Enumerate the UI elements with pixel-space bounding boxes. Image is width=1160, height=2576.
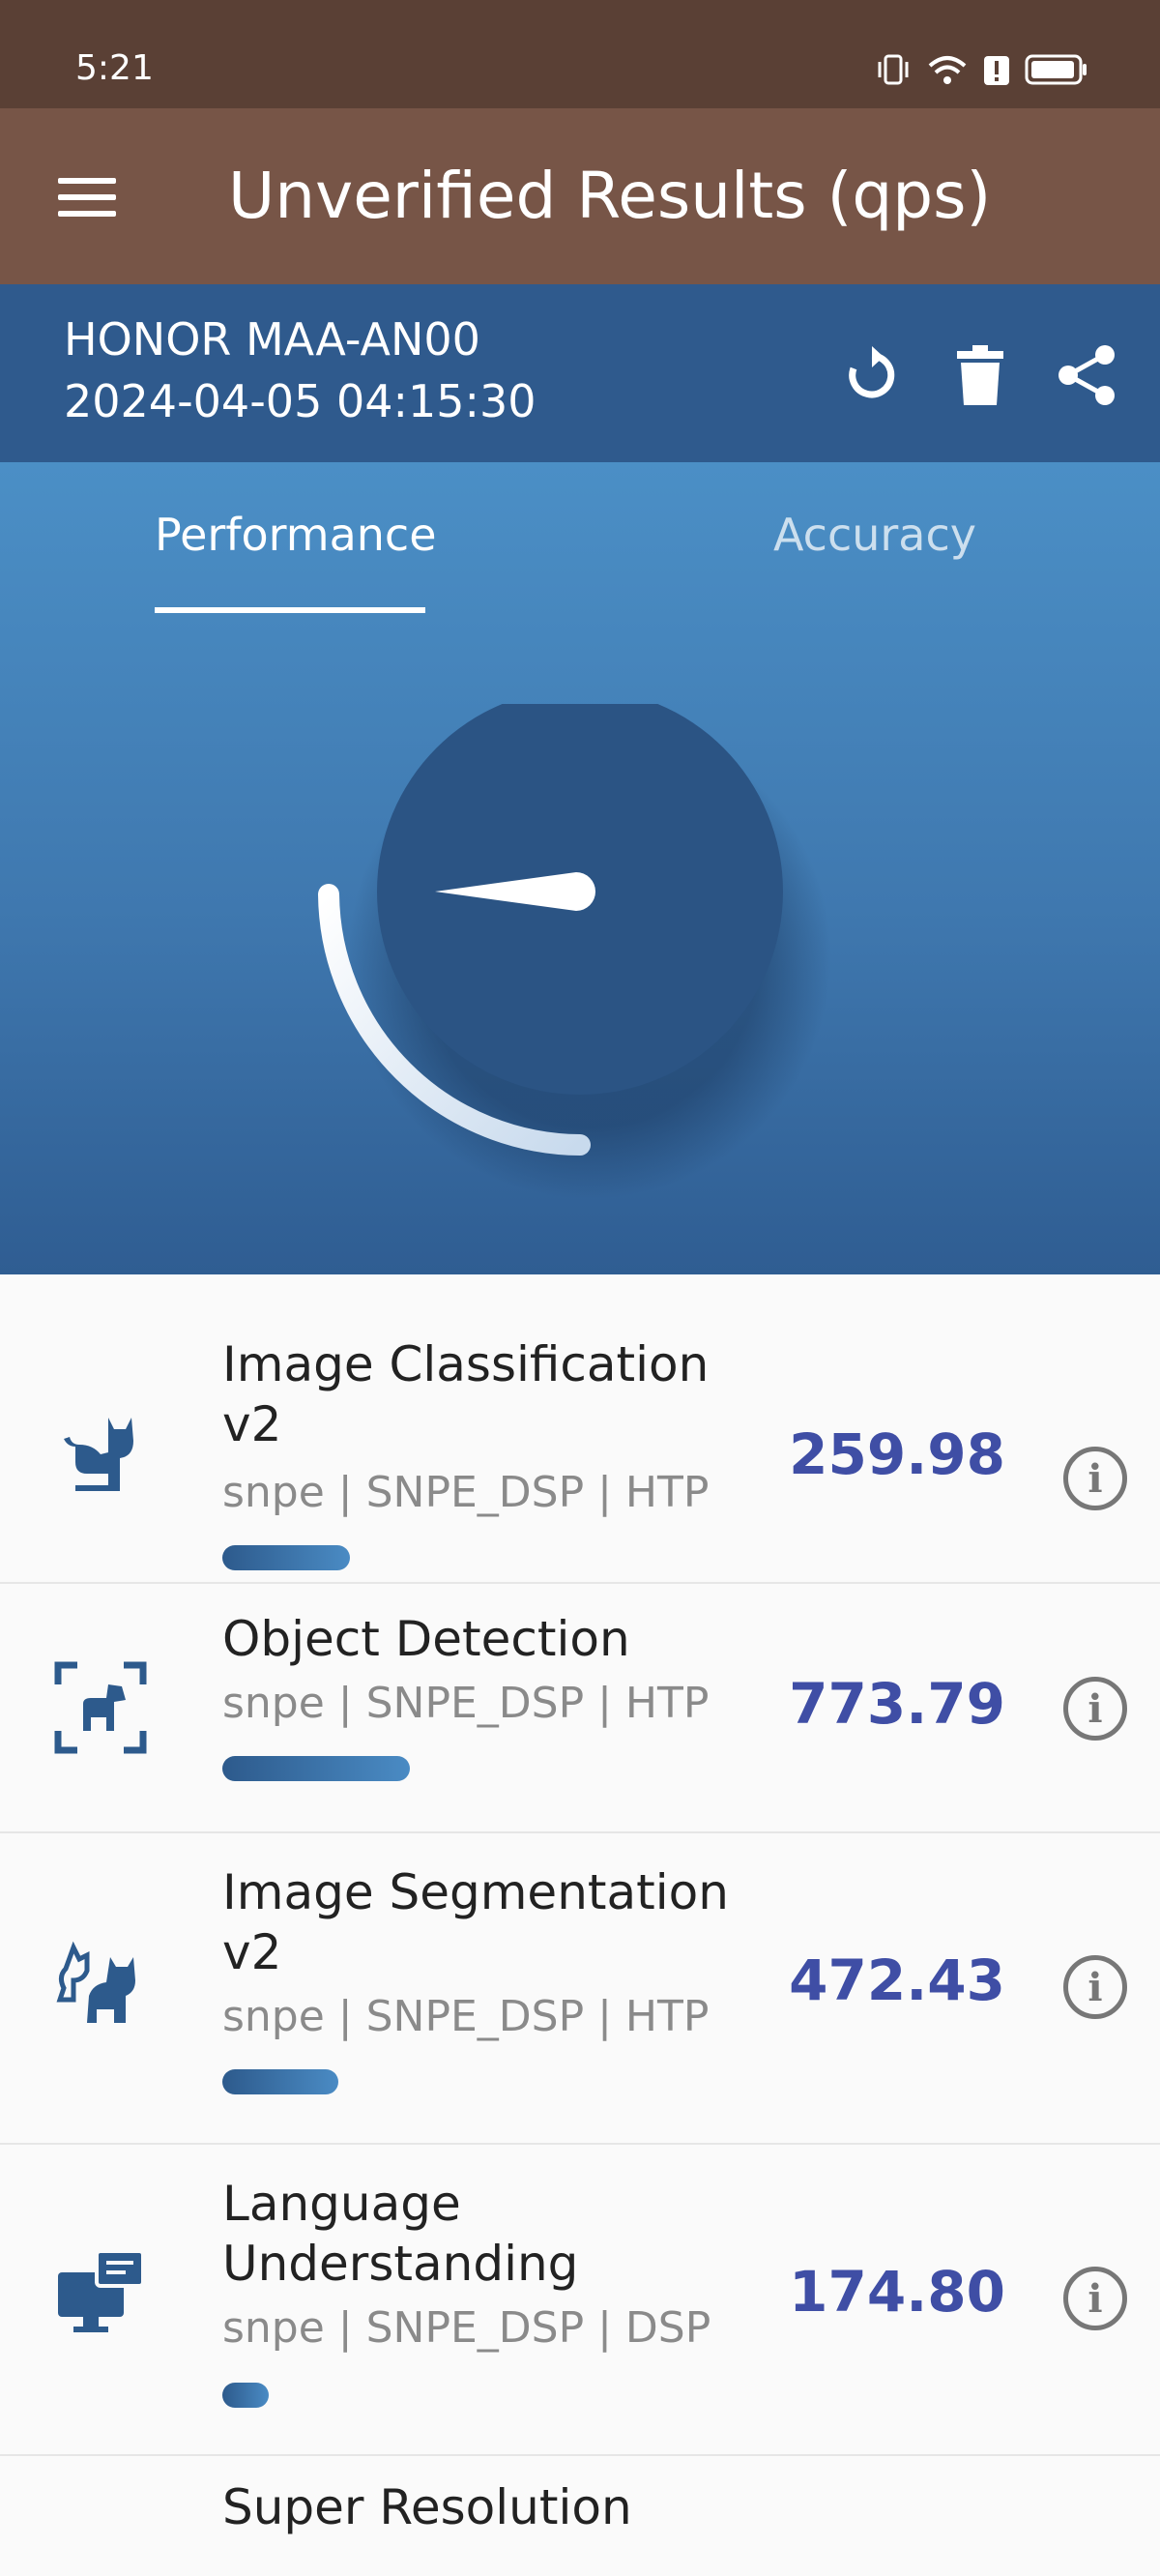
dog-detect-icon [54, 1661, 147, 1754]
info-button[interactable]: i [1063, 1677, 1127, 1741]
list-item[interactable]: Super Resolution [0, 2456, 1160, 2572]
status-icons [874, 50, 1088, 89]
benchmark-title: Super Resolution [222, 2479, 632, 2535]
device-info-bar: HONOR MAA-AN00 2024-04-05 04:15:30 [0, 284, 1160, 462]
list-item[interactable]: Image Segmentation v2 snpe | SNPE_DSP | … [0, 1833, 1160, 2145]
benchmark-score: 472.43 [789, 1947, 1005, 2013]
score-bar [222, 2383, 269, 2408]
device-name: HONOR MAA-AN00 [64, 313, 480, 366]
status-bar: 5:21 [0, 0, 1160, 108]
info-button[interactable]: i [1063, 1447, 1127, 1510]
info-icon: i [1088, 1685, 1103, 1732]
tab-performance[interactable]: Performance [155, 509, 437, 561]
refresh-icon [849, 346, 895, 398]
list-item[interactable]: Object Detection snpe | SNPE_DSP | HTP 7… [0, 1584, 1160, 1833]
share-button[interactable] [1050, 338, 1123, 412]
delete-button[interactable] [943, 338, 1017, 412]
benchmark-title: Image Segmentation v2 [222, 1864, 729, 1980]
share-icon [1058, 345, 1115, 405]
benchmark-title: Object Detection [222, 1611, 630, 1667]
app-bar: Unverified Results (qps) [0, 108, 1160, 284]
wifi-icon [928, 56, 967, 84]
list-item[interactable]: Image Classification v2 snpe | SNPE_DSP … [0, 1274, 1160, 1584]
info-icon: i [1088, 1455, 1103, 1502]
info-icon: i [1088, 1964, 1103, 2010]
benchmark-score: 773.79 [789, 1671, 1005, 1737]
hamburger-icon [58, 178, 116, 217]
battery-icon [1025, 54, 1087, 85]
page-title: Unverified Results (qps) [228, 159, 992, 233]
score-bar [222, 1545, 350, 1570]
benchmark-title: Language Understanding [222, 2176, 579, 2292]
speedometer-gauge [318, 704, 831, 1199]
cat-icon [54, 1406, 147, 1499]
tab-accuracy[interactable]: Accuracy [773, 509, 976, 561]
vibrate-icon [878, 54, 909, 85]
results-list: Image Classification v2 snpe | SNPE_DSP … [0, 1274, 1160, 2572]
info-icon: i [1088, 2275, 1103, 2322]
menu-button[interactable] [54, 168, 122, 226]
info-button[interactable]: i [1063, 1955, 1127, 2019]
info-button[interactable]: i [1063, 2267, 1127, 2330]
benchmark-score: 259.98 [789, 1421, 1005, 1487]
benchmark-title: Image Classification v2 [222, 1336, 710, 1452]
status-time: 5:21 [75, 48, 154, 88]
score-bar [222, 1756, 410, 1781]
benchmark-backend: snpe | SNPE_DSP | DSP [222, 2303, 711, 2353]
monitor-chat-icon [54, 2245, 147, 2338]
tab-indicator [155, 607, 425, 613]
alert-icon [984, 56, 1009, 85]
result-date: 2024-04-05 04:15:30 [64, 375, 536, 427]
benchmark-backend: snpe | SNPE_DSP | HTP [222, 1679, 710, 1728]
pets-icon [54, 1938, 147, 2031]
rerun-button[interactable] [835, 338, 909, 412]
list-item[interactable]: Language Understanding snpe | SNPE_DSP |… [0, 2145, 1160, 2456]
result-summary-panel: Performance Accuracy [0, 462, 1160, 1274]
benchmark-backend: snpe | SNPE_DSP | HTP [222, 1468, 710, 1517]
benchmark-score: 174.80 [789, 2259, 1005, 2325]
benchmark-backend: snpe | SNPE_DSP | HTP [222, 1992, 710, 2041]
trash-icon [957, 345, 1003, 405]
score-bar [222, 2069, 338, 2094]
